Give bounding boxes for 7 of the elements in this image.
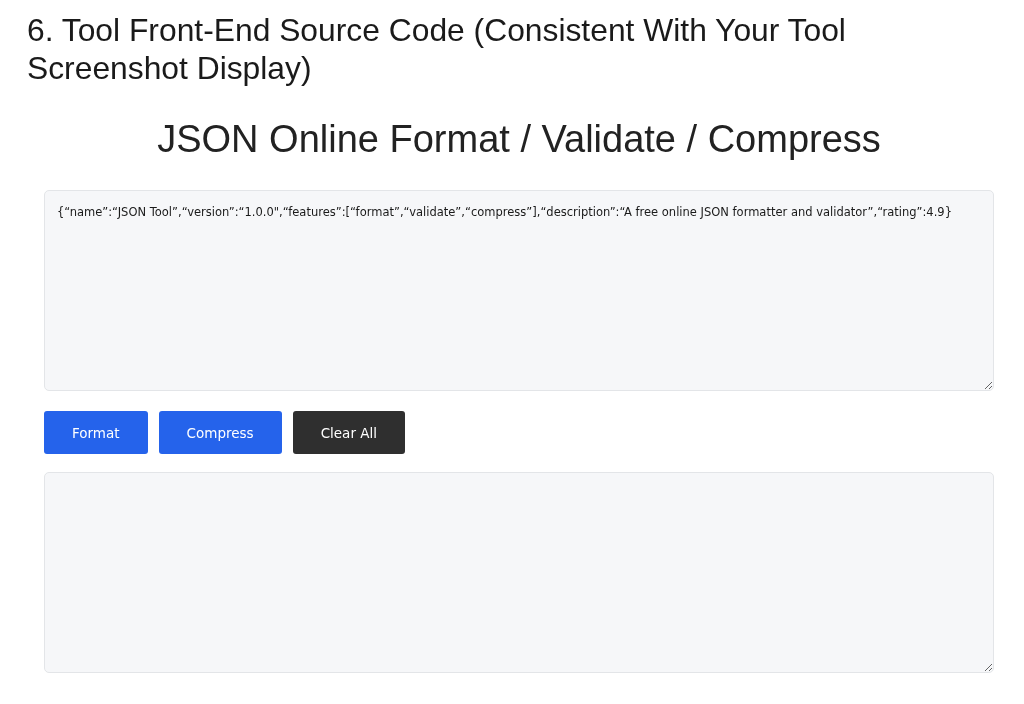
clear-button[interactable]: Clear All <box>292 411 405 454</box>
section-heading: 6. Tool Front-End Source Code (Consistent With Your Tool Screenshot Display) <box>27 11 847 87</box>
json-output-field[interactable] <box>44 472 994 673</box>
action-button[interactable]: Compress <box>158 411 282 454</box>
tool-title: JSON Online Format / Validate / Compress <box>157 117 881 161</box>
action-button[interactable]: Format <box>44 411 148 454</box>
json-input-field[interactable]: {“name”:“JSON Tool”,“version”:“1.0.0",“features”:[“format”,“validate”,“compress”],“description”:“A free online JSON formatter and validator”,“rating”:4.9} <box>44 190 994 391</box>
